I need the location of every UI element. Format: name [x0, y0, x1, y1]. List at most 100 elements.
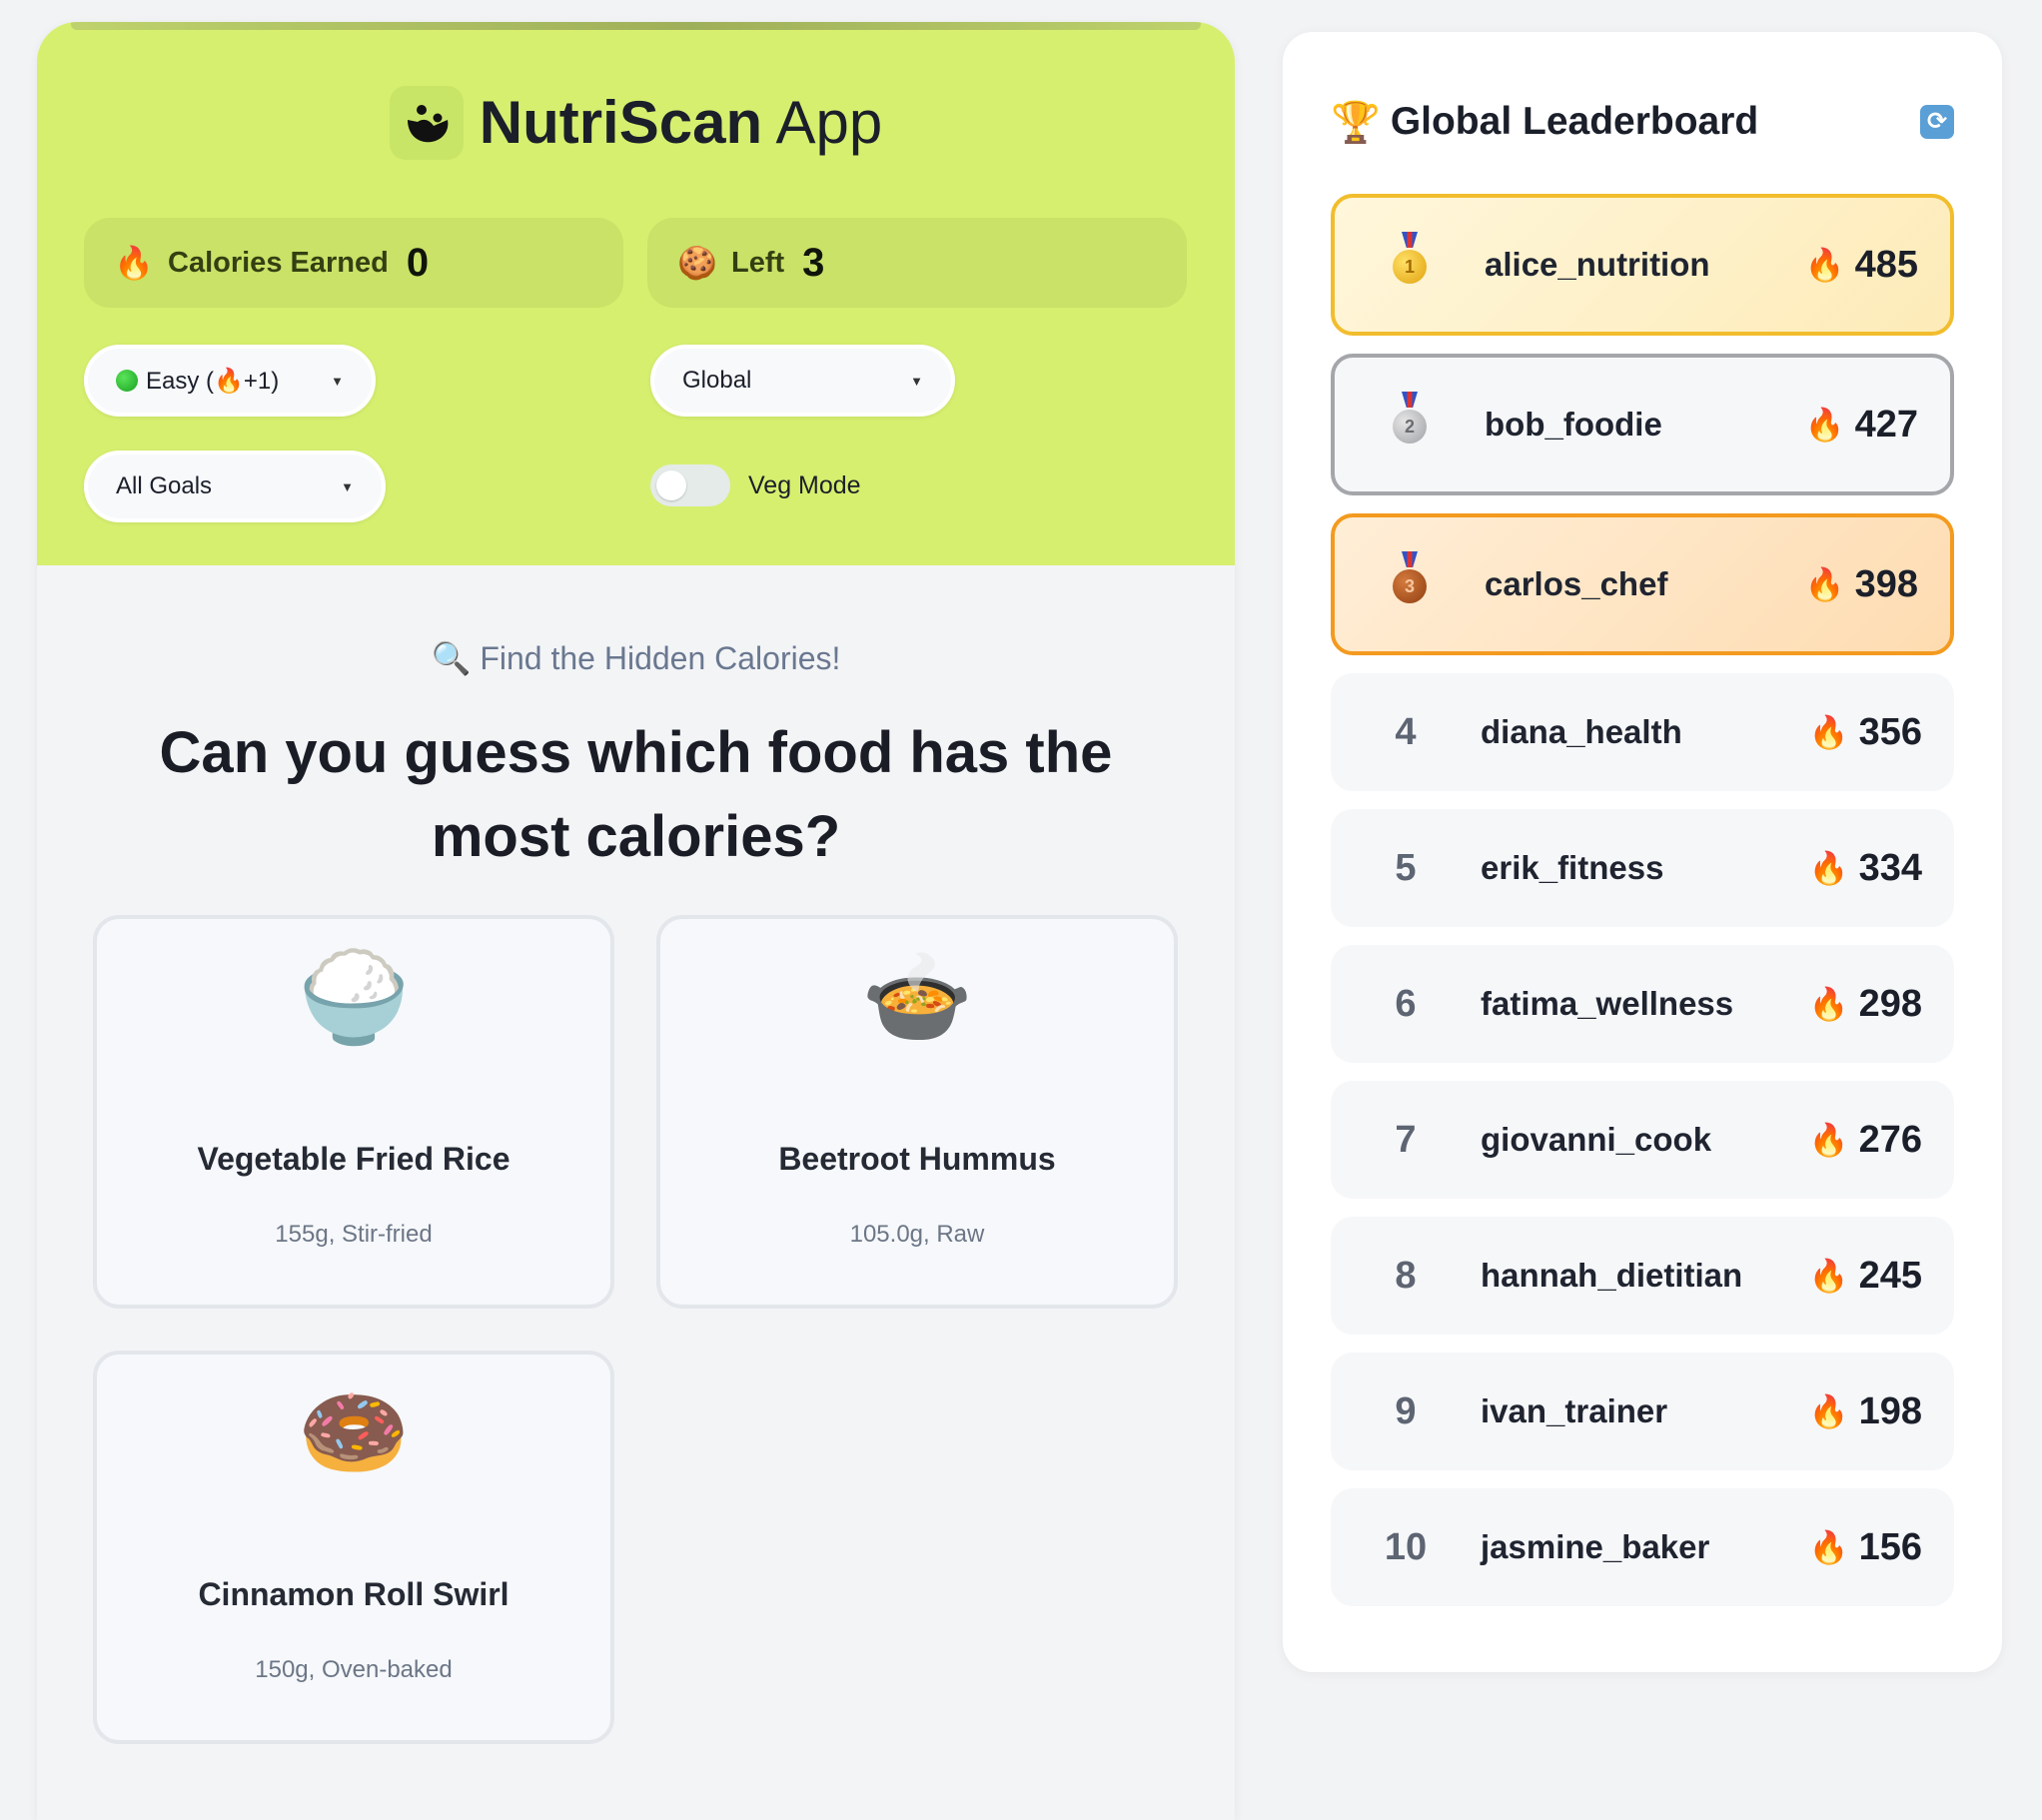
- rank-cell: 3: [1335, 551, 1485, 617]
- app-name: NutriScan: [479, 89, 763, 156]
- rank-number: 10: [1384, 1525, 1428, 1568]
- donut-icon: 🍩: [297, 1383, 411, 1483]
- gold-medal-icon: 1: [1390, 232, 1430, 288]
- score-value: 398: [1854, 562, 1918, 605]
- veg-mode-label: Veg Mode: [748, 470, 861, 499]
- game-question: Can you guess which food has the most ca…: [159, 720, 1113, 869]
- food-card[interactable]: 🍩 Cinnamon Roll Swirl 150g, Oven-baked: [93, 1351, 614, 1744]
- leaderboard-row-first: 1 alice_nutrition 🔥 485: [1331, 194, 1954, 336]
- leaderboard-panel: 🏆 Global Leaderboard ⟳ 1 alice_nutrition…: [1283, 32, 2002, 1672]
- food-card[interactable]: 🍲 Beetroot Hummus 105.0g, Raw: [656, 915, 1178, 1309]
- header-accent-bar: [71, 22, 1201, 30]
- score-value: 356: [1858, 710, 1922, 753]
- bronze-medal-icon: 3: [1390, 551, 1430, 607]
- brand: NutriScan App: [37, 86, 1235, 160]
- player-name: bob_foodie: [1485, 406, 1662, 443]
- player-name: hannah_dietitian: [1481, 1257, 1743, 1294]
- app-name-suffix: App: [775, 89, 883, 156]
- stew-bowl-icon: 🍲: [860, 948, 974, 1048]
- player-name: carlos_chef: [1485, 565, 1668, 602]
- player-name: fatima_wellness: [1481, 985, 1734, 1022]
- food-card[interactable]: 🍚 Vegetable Fried Rice 155g, Stir-fried: [93, 915, 614, 1309]
- game-panel: NutriScan App 🔥 Calories Earned 0 🍪 Left…: [37, 22, 1235, 1820]
- goals-select-value: All Goals: [116, 472, 213, 499]
- score-value: 245: [1858, 1254, 1922, 1297]
- attempts-left-label: Left: [731, 246, 785, 279]
- rank-number: 5: [1395, 846, 1417, 889]
- fire-icon: 🔥: [1808, 986, 1849, 1022]
- rank-number: 6: [1395, 982, 1417, 1025]
- app-title: NutriScan App: [480, 93, 883, 153]
- game-header: NutriScan App 🔥 Calories Earned 0 🍪 Left…: [37, 22, 1235, 565]
- rank-cell: 1: [1335, 232, 1485, 298]
- food-name: Vegetable Fried Rice: [197, 1141, 510, 1177]
- leaderboard-title: Global Leaderboard: [1390, 100, 1759, 143]
- chevron-down-icon: ▼: [331, 373, 344, 389]
- player-score: 🔥 485: [1805, 244, 1950, 287]
- game-subtitle: 🔍 Find the Hidden Calories!: [431, 640, 841, 676]
- score-value: 334: [1858, 846, 1922, 889]
- goals-select[interactable]: All Goals ▼: [84, 451, 386, 522]
- leaderboard-row: 9 ivan_trainer 🔥 198: [1331, 1353, 1954, 1470]
- score-value: 298: [1858, 982, 1922, 1025]
- player-score: 🔥 356: [1809, 711, 1954, 754]
- difficulty-select[interactable]: Easy (🔥+1) ▼: [84, 345, 376, 417]
- refresh-icon[interactable]: ⟳: [1920, 105, 1954, 139]
- fire-icon: 🔥: [114, 245, 154, 281]
- scope-select-value: Global: [682, 367, 752, 394]
- score-value: 276: [1858, 1118, 1922, 1161]
- player-score: 🔥 427: [1805, 404, 1950, 447]
- rank-number: 7: [1395, 1118, 1417, 1161]
- fire-icon: 🔥: [1804, 566, 1845, 602]
- fire-icon: 🔥: [1808, 850, 1849, 886]
- fire-icon: 🔥: [1808, 714, 1849, 750]
- trophy-icon: 🏆: [1331, 100, 1381, 145]
- leaderboard-row: 10 jasmine_baker 🔥 156: [1331, 1488, 1954, 1606]
- rank-number: 8: [1395, 1254, 1417, 1297]
- medal-rank-number: 3: [1393, 569, 1427, 603]
- fire-icon: 🔥: [1808, 1393, 1849, 1429]
- calories-earned-label: Calories Earned: [168, 246, 389, 279]
- player-name: ivan_trainer: [1481, 1392, 1668, 1429]
- player-score: 🔥 198: [1809, 1390, 1954, 1433]
- rank-cell: 2: [1335, 392, 1485, 457]
- food-name: Cinnamon Roll Swirl: [198, 1576, 510, 1612]
- leaderboard-row-second: 2 bob_foodie 🔥 427: [1331, 354, 1954, 495]
- rank-number: 9: [1395, 1389, 1417, 1432]
- silver-medal-icon: 2: [1390, 392, 1430, 448]
- fire-icon: 🔥: [1804, 407, 1845, 443]
- score-value: 485: [1854, 243, 1918, 286]
- cookie-icon: 🍪: [677, 245, 717, 281]
- player-name: alice_nutrition: [1485, 246, 1710, 283]
- leaderboard-header: 🏆 Global Leaderboard ⟳: [1331, 92, 1954, 152]
- leaderboard-row: 6 fatima_wellness 🔥 298: [1331, 945, 1954, 1063]
- leaderboard-row: 7 giovanni_cook 🔥 276: [1331, 1081, 1954, 1199]
- leaderboard-row: 4 diana_health 🔥 356: [1331, 673, 1954, 791]
- leaderboard-row: 8 hannah_dietitian 🔥 245: [1331, 1217, 1954, 1335]
- medal-rank-number: 2: [1393, 410, 1427, 444]
- player-name: giovanni_cook: [1481, 1121, 1712, 1158]
- rank-number: 4: [1395, 710, 1417, 753]
- player-score: 🔥 156: [1809, 1526, 1954, 1569]
- veg-mode-toggle[interactable]: [650, 464, 730, 506]
- fire-icon: 🔥: [1808, 1258, 1849, 1294]
- medal-rank-number: 1: [1393, 250, 1427, 284]
- fire-icon: 🔥: [1808, 1529, 1849, 1565]
- score-value: 198: [1858, 1389, 1922, 1432]
- calories-earned-stat: 🔥 Calories Earned 0: [84, 218, 623, 308]
- player-name: jasmine_baker: [1481, 1528, 1710, 1565]
- leaderboard-row-third: 3 carlos_chef 🔥 398: [1331, 513, 1954, 655]
- scope-select[interactable]: Global ▼: [650, 345, 955, 417]
- food-detail: 155g, Stir-fried: [275, 1221, 433, 1248]
- food-detail: 150g, Oven-baked: [255, 1656, 453, 1683]
- player-name: erik_fitness: [1481, 849, 1664, 886]
- player-name: diana_health: [1481, 713, 1682, 750]
- toggle-knob: [656, 470, 686, 500]
- player-score: 🔥 276: [1809, 1119, 1954, 1162]
- attempts-left-value: 3: [802, 240, 825, 285]
- chevron-down-icon: ▼: [341, 478, 354, 494]
- green-circle-icon: [116, 370, 138, 392]
- leaderboard-row: 5 erik_fitness 🔥 334: [1331, 809, 1954, 927]
- chevron-down-icon: ▼: [910, 373, 923, 389]
- food-name: Beetroot Hummus: [778, 1141, 1056, 1177]
